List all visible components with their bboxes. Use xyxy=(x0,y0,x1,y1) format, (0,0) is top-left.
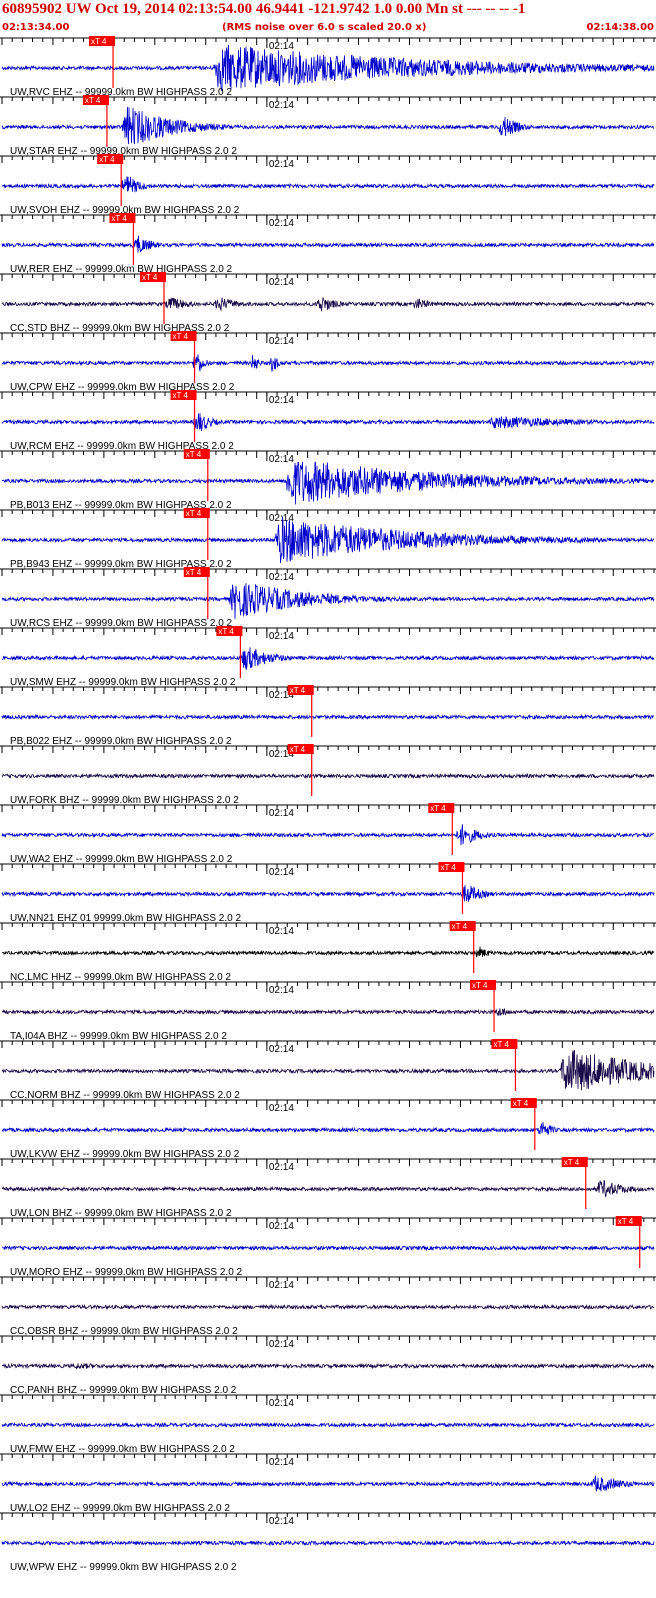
waveform-trace xyxy=(1,1362,655,1370)
waveform-trace xyxy=(1,235,655,253)
pick-label: xT 4 xyxy=(290,686,306,695)
pick-label: xT 4 xyxy=(290,745,306,754)
station-label: UW,STAR EHZ -- 99999.0km BW HIGHPASS 2.0… xyxy=(10,146,237,157)
minute-label: 02:14 xyxy=(269,1398,294,1409)
waveform-trace xyxy=(1,413,655,432)
waveform-trace xyxy=(1,647,655,670)
waveform-trace xyxy=(1,772,655,780)
pick-label: xT 4 xyxy=(618,1217,634,1226)
station-label: UW,MORO EHZ -- 99999.0km BW HIGHPASS 2.0… xyxy=(10,1267,243,1278)
station-label: UW,FMW EHZ -- 99999.0km BW HIGHPASS 2.0 … xyxy=(10,1444,235,1455)
pick-label: xT 4 xyxy=(513,1099,529,1108)
minute-label: 02:14 xyxy=(269,1457,294,1468)
waveform-trace xyxy=(1,1122,655,1136)
station-label: UW,LO2 EHZ -- 99999.0km BW HIGHPASS 2.0 … xyxy=(10,1503,230,1514)
station-label: UW,RVC EHZ -- 99999.0km BW HIGHPASS 2.0 … xyxy=(10,87,232,98)
station-label: UW,FORK BHZ -- 99999.0km BW HIGHPASS 2.0… xyxy=(10,795,239,806)
minute-label: 02:14 xyxy=(269,631,294,642)
station-label: UW,LON BHZ -- 99999.0km BW HIGHPASS 2.0 … xyxy=(10,1208,232,1219)
seismogram-plot: 02:14xT 4UW,RVC EHZ -- 99999.0km BW HIGH… xyxy=(0,36,656,1573)
minute-label: 02:14 xyxy=(269,1339,294,1350)
station-label: CC,OBSR BHZ -- 99999.0km BW HIGHPASS 2.0… xyxy=(10,1326,238,1337)
pick-label: xT 4 xyxy=(440,863,456,872)
minute-label: 02:14 xyxy=(269,1221,294,1232)
waveform-trace xyxy=(1,354,655,372)
pick-label: xT 4 xyxy=(218,627,234,636)
station-label: UW,SMW EHZ -- 99999.0km BW HIGHPASS 2.0 … xyxy=(10,677,236,688)
pick-label: xT 4 xyxy=(99,155,115,164)
minute-label: 02:14 xyxy=(269,159,294,170)
pick-label: xT 4 xyxy=(85,96,101,105)
waveform-trace xyxy=(1,1180,655,1198)
pick-label: xT 4 xyxy=(186,568,202,577)
station-label: CC,NORM BHZ -- 99999.0km BW HIGHPASS 2.0… xyxy=(10,1090,240,1101)
station-label: UW,WPW EHZ -- 99999.0km BW HIGHPASS 2.0 … xyxy=(10,1562,237,1573)
minute-label: 02:14 xyxy=(269,985,294,996)
pick-label: xT 4 xyxy=(186,509,202,518)
station-label: UW,LKVW EHZ -- 99999.0km BW HIGHPASS 2.0… xyxy=(10,1149,240,1160)
pick-label: xT 4 xyxy=(430,804,446,813)
station-label: UW,CPW EHZ -- 99999.0km BW HIGHPASS 2.0 … xyxy=(10,382,235,393)
pick-label: xT 4 xyxy=(493,1040,509,1049)
waveform-trace xyxy=(1,297,655,312)
minute-label: 02:14 xyxy=(269,1103,294,1114)
station-label: CC,PANH BHZ -- 99999.0km BW HIGHPASS 2.0… xyxy=(10,1385,237,1396)
waveform-trace xyxy=(2,1244,655,1252)
minute-label: 02:14 xyxy=(269,336,294,347)
pick-label: xT 4 xyxy=(173,332,189,341)
station-label: UW,WA2 EHZ -- 99999.0km BW HIGHPASS 2.0 … xyxy=(10,854,233,865)
pick-label: xT 4 xyxy=(186,450,202,459)
waveform-trace xyxy=(1,713,655,721)
waveform-trace xyxy=(1,1539,655,1547)
waveform-trace xyxy=(1,1421,655,1429)
station-label: UW,NN21 EHZ 01 99999.0km BW HIGHPASS 2.0… xyxy=(10,913,241,924)
minute-label: 02:14 xyxy=(269,395,294,406)
station-label: UW,RCS EHZ -- 99999.0km BW HIGHPASS 2.0 … xyxy=(10,618,233,629)
pick-label: xT 4 xyxy=(472,981,488,990)
waveform-trace xyxy=(1,176,655,193)
waveform-trace xyxy=(1,1050,655,1091)
minute-label: 02:14 xyxy=(269,454,294,465)
minute-label: 02:14 xyxy=(269,277,294,288)
station-label: UW,RER EHZ -- 99999.0km BW HIGHPASS 2.0 … xyxy=(10,264,233,275)
pick-label: xT 4 xyxy=(564,1158,580,1167)
minute-label: 02:14 xyxy=(269,572,294,583)
minute-label: 02:14 xyxy=(269,513,294,524)
waveform-trace xyxy=(1,106,655,145)
pick-label: xT 4 xyxy=(91,37,107,46)
pick-label: xT 4 xyxy=(173,391,189,400)
minute-label: 02:14 xyxy=(269,926,294,937)
station-label: TA,I04A BHZ -- 99999.0km BW HIGHPASS 2.0… xyxy=(10,1031,227,1042)
minute-label: 02:14 xyxy=(269,1516,294,1527)
pick-label: xT 4 xyxy=(452,922,468,931)
pick-label: xT 4 xyxy=(111,214,127,223)
minute-label: 02:14 xyxy=(269,41,294,52)
minute-label: 02:14 xyxy=(269,1162,294,1173)
waveform-trace xyxy=(1,583,655,620)
minute-label: 02:14 xyxy=(269,218,294,229)
waveform-trace xyxy=(1,824,655,846)
waveform-trace xyxy=(1,44,655,91)
station-label: NC,LMC HHZ -- 99999.0km BW HIGHPASS 2.0 … xyxy=(10,972,231,983)
waveform-trace xyxy=(1,516,655,564)
waveform-trace xyxy=(1,461,655,505)
waveform-trace xyxy=(1,946,655,958)
minute-label: 02:14 xyxy=(269,100,294,111)
minute-label: 02:14 xyxy=(269,1280,294,1291)
minute-label: 02:14 xyxy=(269,1044,294,1055)
waveform-trace xyxy=(1,1008,655,1016)
waveform-trace xyxy=(1,1475,655,1492)
minute-label: 02:14 xyxy=(269,867,294,878)
station-label: CC,STD BHZ -- 99999.0km BW HIGHPASS 2.0 … xyxy=(10,323,230,334)
minute-label: 02:14 xyxy=(269,808,294,819)
waveform-trace xyxy=(1,1303,655,1311)
waveform-trace xyxy=(1,885,655,902)
pick-label: xT 4 xyxy=(142,273,158,282)
station-label: PB,B022 EHZ -- 99999.0km BW HIGHPASS 2.0… xyxy=(10,736,232,747)
